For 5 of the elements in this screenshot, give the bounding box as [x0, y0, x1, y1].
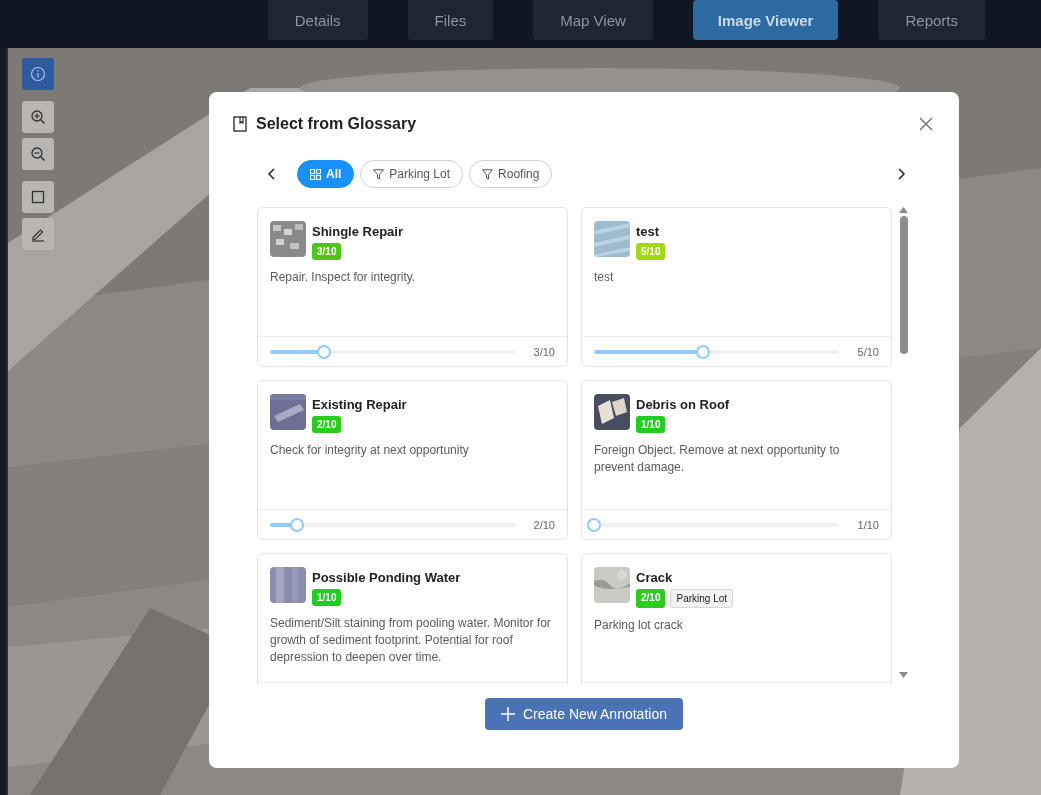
nav-tab[interactable]: Reports	[878, 0, 985, 40]
nav-tab[interactable]: Details	[267, 0, 368, 40]
nav-tab[interactable]: Image Viewer	[692, 0, 839, 40]
nav-tab[interactable]: Files	[407, 0, 494, 40]
nav-tab[interactable]: Map View	[533, 0, 653, 40]
